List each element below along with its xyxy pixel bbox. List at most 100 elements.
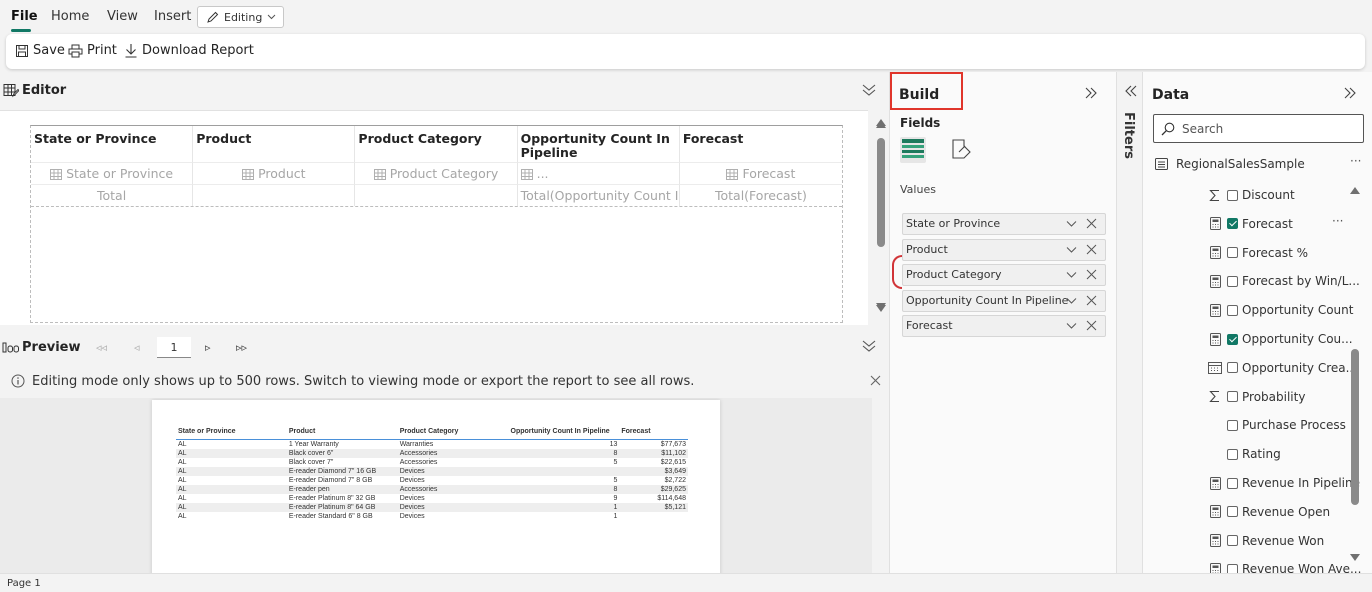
- search-input[interactable]: [1180, 119, 1360, 139]
- data-scrollbar[interactable]: [1348, 185, 1362, 565]
- remove-field-icon[interactable]: [1086, 269, 1097, 280]
- report-cell: AL: [178, 495, 187, 502]
- menu-home[interactable]: Home: [51, 9, 89, 24]
- scroll-thumb[interactable]: [1351, 349, 1359, 505]
- scroll-thumb[interactable]: [877, 138, 885, 238]
- page-number-input[interactable]: 1: [157, 337, 191, 358]
- field-well-item[interactable]: Product Category: [902, 264, 1106, 286]
- field-checkbox[interactable]: [1227, 333, 1238, 345]
- build-scrollbar[interactable]: [874, 118, 888, 363]
- first-page-icon[interactable]: ◃◃: [96, 341, 107, 354]
- field-checkbox[interactable]: [1227, 391, 1238, 403]
- report-cell: AL: [178, 441, 187, 448]
- download-report-button[interactable]: Download Report: [124, 43, 254, 58]
- fields-label: Fields: [900, 116, 941, 130]
- field-checkbox[interactable]: [1227, 535, 1238, 547]
- editing-mode-dropdown[interactable]: Editing: [197, 6, 284, 28]
- field-item[interactable]: Forecast by Win/L...: [1208, 271, 1360, 291]
- collapse-build-icon[interactable]: [1084, 87, 1098, 99]
- field-item[interactable]: Opportunity Cou...: [1208, 329, 1353, 349]
- field-checkbox[interactable]: [1227, 419, 1238, 431]
- report-cell: Black cover 6": [286, 449, 398, 458]
- field-item[interactable]: Opportunity Crea...: [1208, 358, 1357, 378]
- search-box[interactable]: [1153, 114, 1364, 143]
- editor-title: Editor: [22, 83, 67, 98]
- field-checkbox[interactable]: [1227, 563, 1238, 573]
- remove-field-icon[interactable]: [1086, 320, 1097, 331]
- field-well-item[interactable]: Product: [902, 238, 1106, 261]
- save-button[interactable]: Save: [15, 43, 65, 58]
- more-options-icon[interactable]: ···: [1332, 214, 1343, 228]
- previous-page-icon[interactable]: ◃: [134, 341, 140, 354]
- report-cell: AL: [176, 449, 287, 458]
- remove-field-icon[interactable]: [1086, 244, 1097, 255]
- remove-field-icon[interactable]: [1086, 218, 1097, 229]
- last-page-icon[interactable]: ▹▹: [236, 341, 247, 354]
- collapse-data-icon[interactable]: [1343, 87, 1357, 99]
- column-header[interactable]: State or Province: [31, 126, 194, 162]
- info-message-bar: Editing mode only shows up to 500 rows. …: [0, 366, 888, 398]
- chevron-down-icon[interactable]: [1066, 218, 1077, 229]
- menu-insert[interactable]: Insert: [154, 9, 191, 24]
- field-checkbox[interactable]: [1227, 275, 1238, 287]
- report-cell: 8: [508, 485, 620, 494]
- expand-filters-icon[interactable]: [1124, 85, 1138, 97]
- column-header[interactable]: Opportunity Count In Pipeline: [518, 126, 680, 162]
- field-checkbox[interactable]: [1227, 189, 1238, 201]
- more-options-icon[interactable]: ···: [1350, 154, 1361, 168]
- scroll-down-icon[interactable]: [876, 303, 886, 310]
- field-well-item[interactable]: Opportunity Count In Pipeline: [902, 289, 1106, 312]
- filters-pane-collapsed[interactable]: Filters: [1116, 72, 1142, 573]
- field-well-item[interactable]: State or Province: [902, 213, 1106, 235]
- field-item[interactable]: Purchase Process: [1208, 415, 1346, 435]
- chevron-down-icon[interactable]: [1066, 269, 1077, 280]
- field-checkbox[interactable]: [1227, 304, 1238, 316]
- field-item[interactable]: Forecast %: [1208, 243, 1308, 263]
- report-cell: AL: [178, 477, 187, 484]
- table-node[interactable]: RegionalSalesSample: [1155, 157, 1305, 171]
- chevron-down-icon[interactable]: [1066, 320, 1077, 331]
- column-header[interactable]: Product: [193, 126, 356, 162]
- field-item[interactable]: Rating: [1208, 444, 1281, 464]
- column-header[interactable]: Forecast: [680, 126, 842, 162]
- scroll-up-icon[interactable]: [1350, 187, 1360, 194]
- field-item[interactable]: Opportunity Count: [1208, 300, 1353, 320]
- report-cell: Devices: [397, 503, 509, 512]
- column-header[interactable]: Product Category: [355, 126, 518, 162]
- collapse-editor-icon[interactable]: [861, 83, 877, 97]
- data-pane: Data RegionalSalesSample ··· Discount For…: [1142, 72, 1372, 573]
- menu-view[interactable]: View: [107, 9, 138, 24]
- field-checkbox[interactable]: [1227, 247, 1238, 259]
- field-checkbox[interactable]: [1227, 477, 1238, 489]
- field-checkbox[interactable]: [1227, 362, 1238, 374]
- field-well-item[interactable]: Forecast: [902, 315, 1106, 337]
- field-item[interactable]: Revenue In Pipeline: [1208, 473, 1360, 493]
- scroll-down-icon[interactable]: [1350, 554, 1360, 561]
- remove-field-icon[interactable]: [1086, 295, 1097, 306]
- scroll-up-icon[interactable]: [876, 121, 886, 128]
- field-item[interactable]: Discount: [1208, 185, 1295, 205]
- report-cell: AL: [176, 485, 287, 494]
- field-item[interactable]: Probability: [1208, 387, 1305, 407]
- format-icon[interactable]: [950, 138, 972, 160]
- report-cell: E-reader pen: [286, 485, 398, 494]
- field-checkbox[interactable]: [1227, 506, 1238, 518]
- field-item[interactable]: Revenue Won: [1208, 531, 1324, 551]
- chevron-down-icon[interactable]: [1066, 244, 1077, 255]
- menu-file[interactable]: File: [11, 9, 38, 24]
- build-title: Build: [899, 87, 940, 103]
- field-checkbox[interactable]: [1227, 448, 1238, 460]
- print-button[interactable]: Print: [68, 43, 117, 58]
- table-visual[interactable]: State or Province Product Product Catego…: [30, 125, 843, 323]
- filters-label[interactable]: Filters: [1121, 112, 1136, 159]
- field-item[interactable]: Forecast: [1208, 214, 1293, 234]
- table-visual-icon[interactable]: [900, 137, 926, 163]
- next-page-icon[interactable]: ▹: [205, 341, 211, 354]
- field-checkbox[interactable]: [1227, 218, 1238, 230]
- close-icon[interactable]: [870, 375, 881, 386]
- field-item[interactable]: Revenue Won Ave...: [1208, 559, 1361, 573]
- download-report-label: Download Report: [142, 43, 254, 58]
- report-cell: 1 Year Warranty: [288, 441, 339, 448]
- field-item[interactable]: Revenue Open: [1208, 502, 1330, 522]
- chevron-down-icon[interactable]: [1066, 295, 1077, 306]
